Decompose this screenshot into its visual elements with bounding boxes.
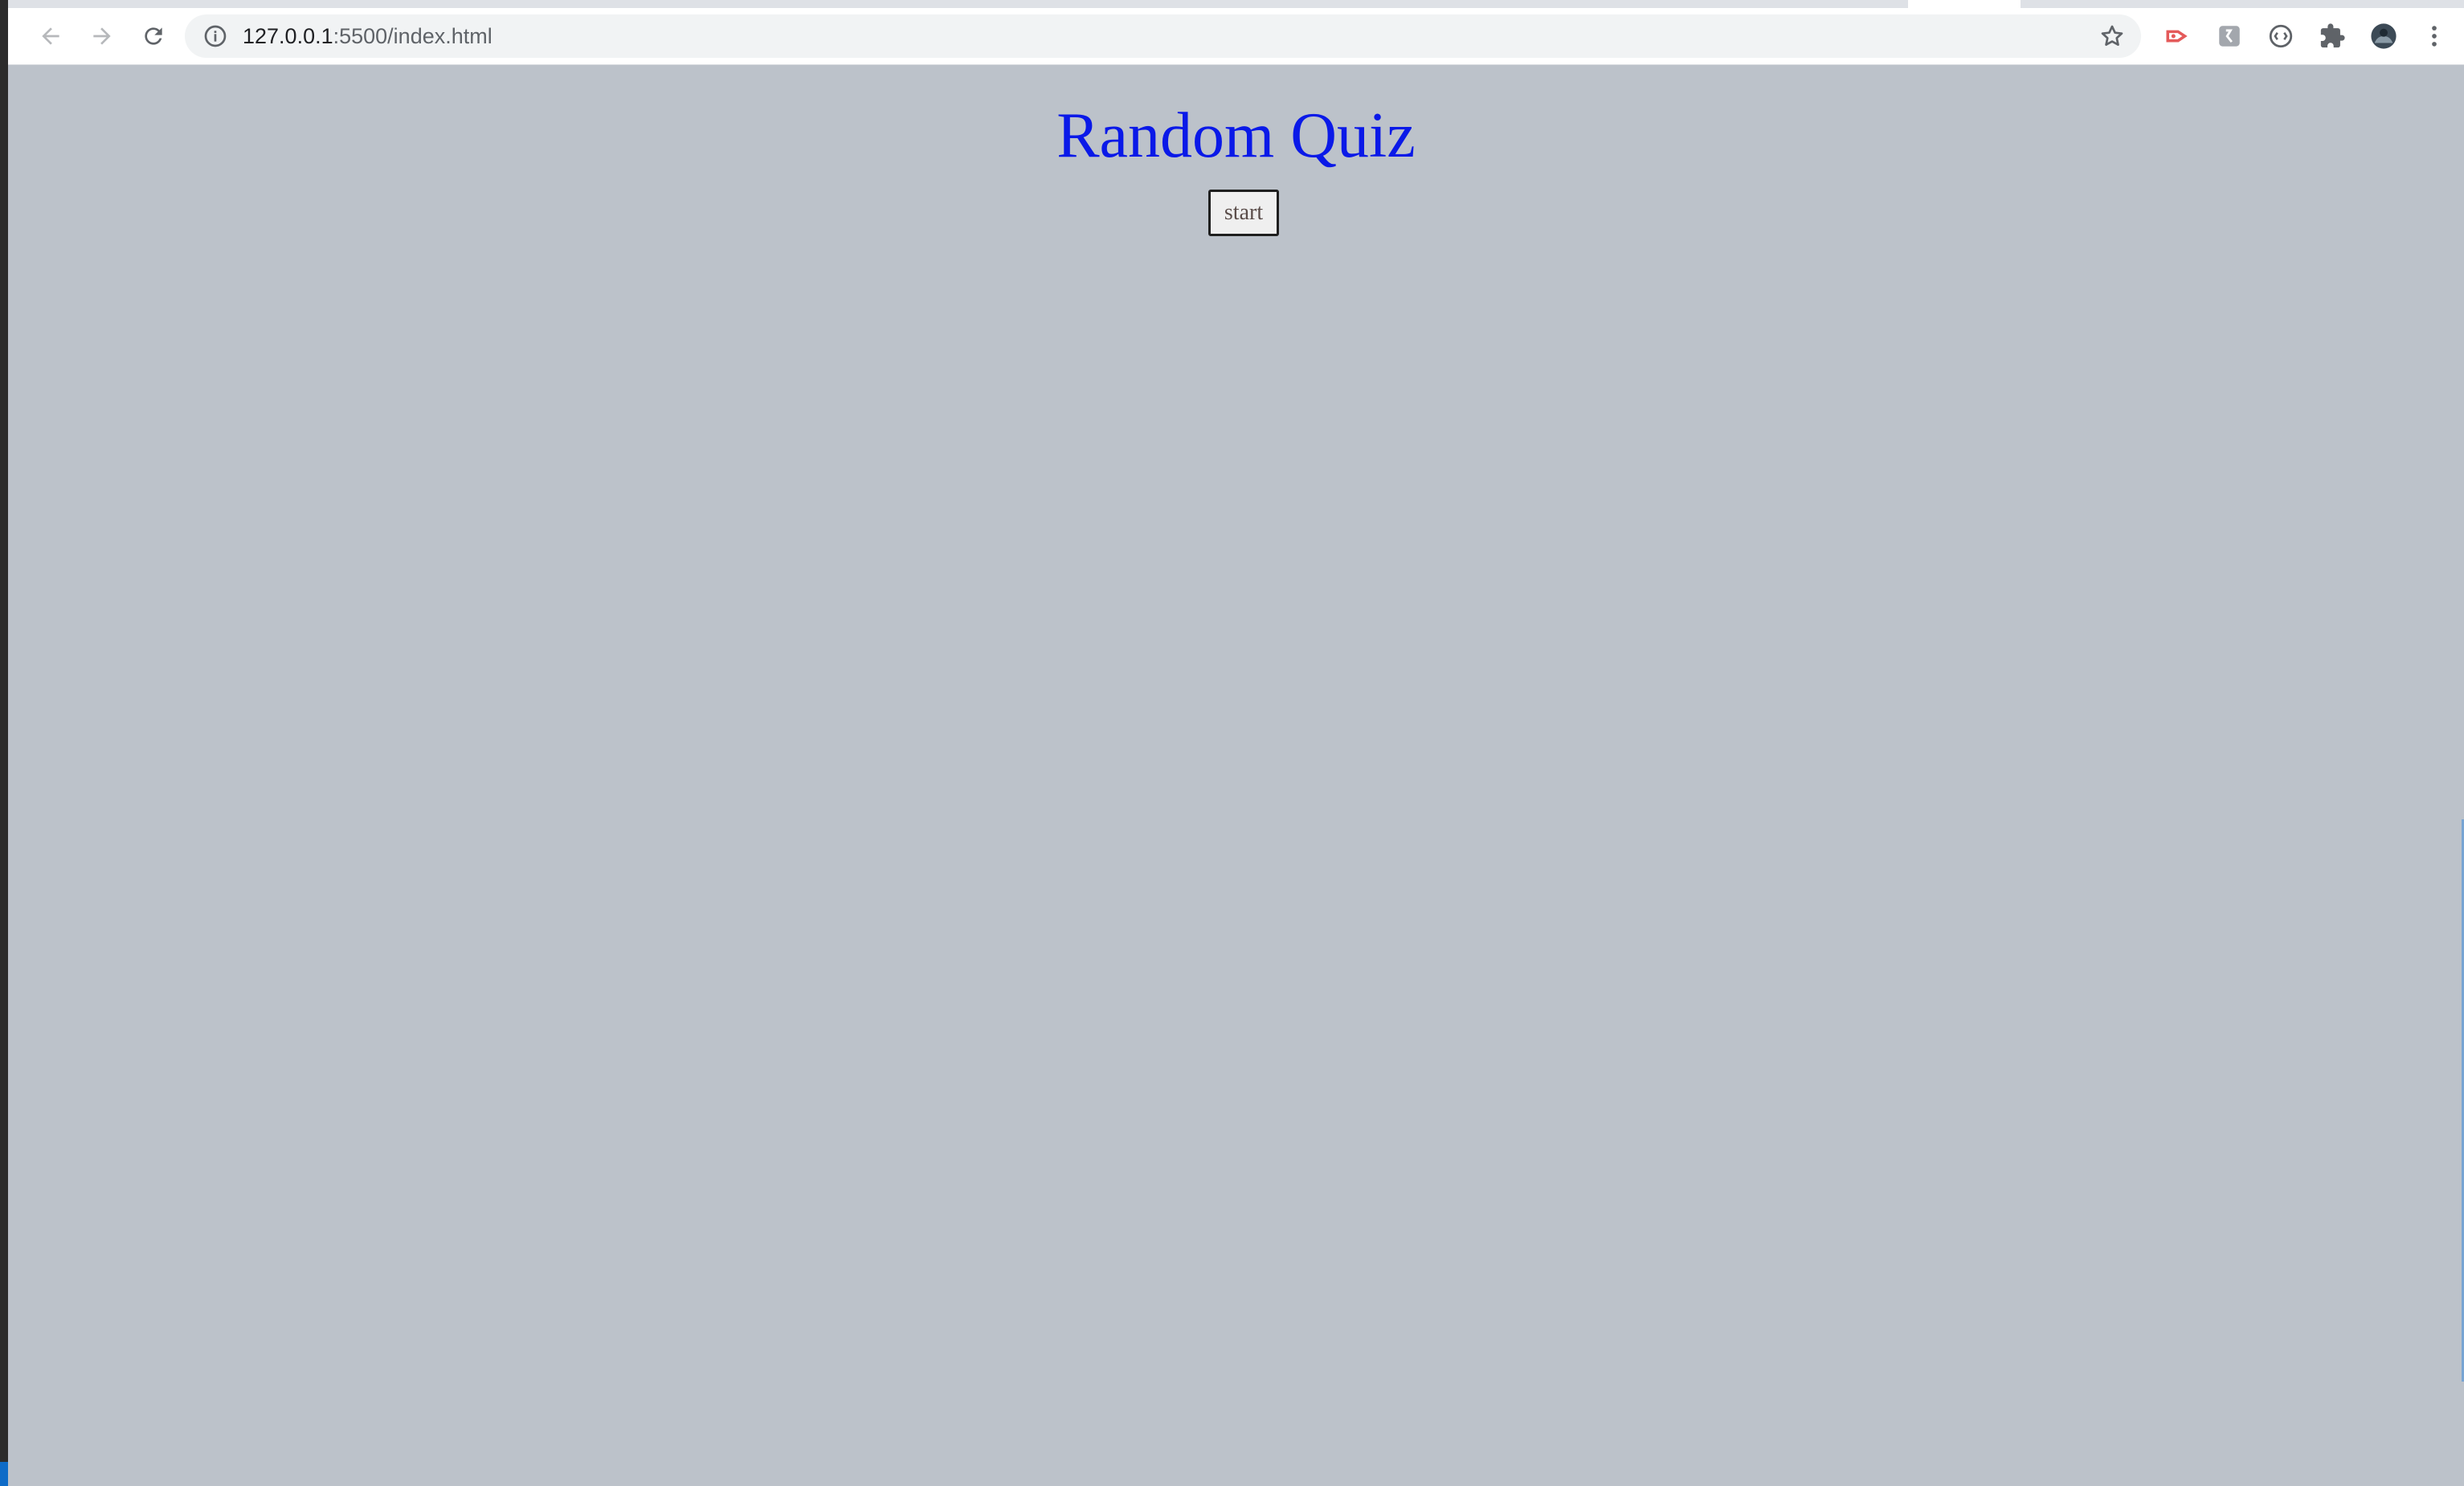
info-icon[interactable] [202,23,228,49]
forward-arrow-icon [93,27,111,45]
back-button[interactable] [31,16,71,56]
puzzle-icon [2320,23,2345,48]
devtools-extension-icon [2269,24,2293,48]
back-arrow-icon [42,27,59,45]
recorder-extension-button[interactable] [2164,22,2192,51]
left-edge [0,0,8,1486]
url-path: :5500/index.html [333,24,492,48]
start-button[interactable]: start [1208,190,1279,236]
forward-button[interactable] [82,16,122,56]
translate-extension-button[interactable] [2215,22,2244,51]
browser-toolbar: 127.0.0.1:5500/index.html [8,8,2464,65]
kebab-menu-icon [2432,26,2437,47]
url-text[interactable]: 127.0.0.1:5500/index.html [243,14,492,58]
address-bar[interactable]: 127.0.0.1:5500/index.html [185,14,2141,58]
avatar-icon [2371,23,2397,49]
url-host: 127.0.0.1 [243,24,333,48]
taskbar-indicator [0,1462,8,1486]
quiz-title: Random Quiz [1056,100,1416,171]
devtools-extension-button[interactable] [2266,22,2295,51]
translate-extension-icon [2219,26,2240,47]
star-icon[interactable] [2099,23,2125,49]
recorder-extension-icon [2166,30,2188,43]
active-tab[interactable] [1908,0,2021,8]
extensions-button[interactable] [2318,22,2347,51]
reload-button[interactable] [133,16,174,56]
page-content: Random Quiz start [8,65,2464,1486]
tab-strip [8,0,2464,8]
browser-menu-button[interactable] [2420,22,2449,51]
profile-button[interactable] [2369,22,2398,51]
desktop: 127.0.0.1:5500/index.html Random Quiz st… [0,0,2464,1486]
reload-icon [145,27,162,45]
browser-window: 127.0.0.1:5500/index.html Random Quiz st… [8,0,2464,1486]
